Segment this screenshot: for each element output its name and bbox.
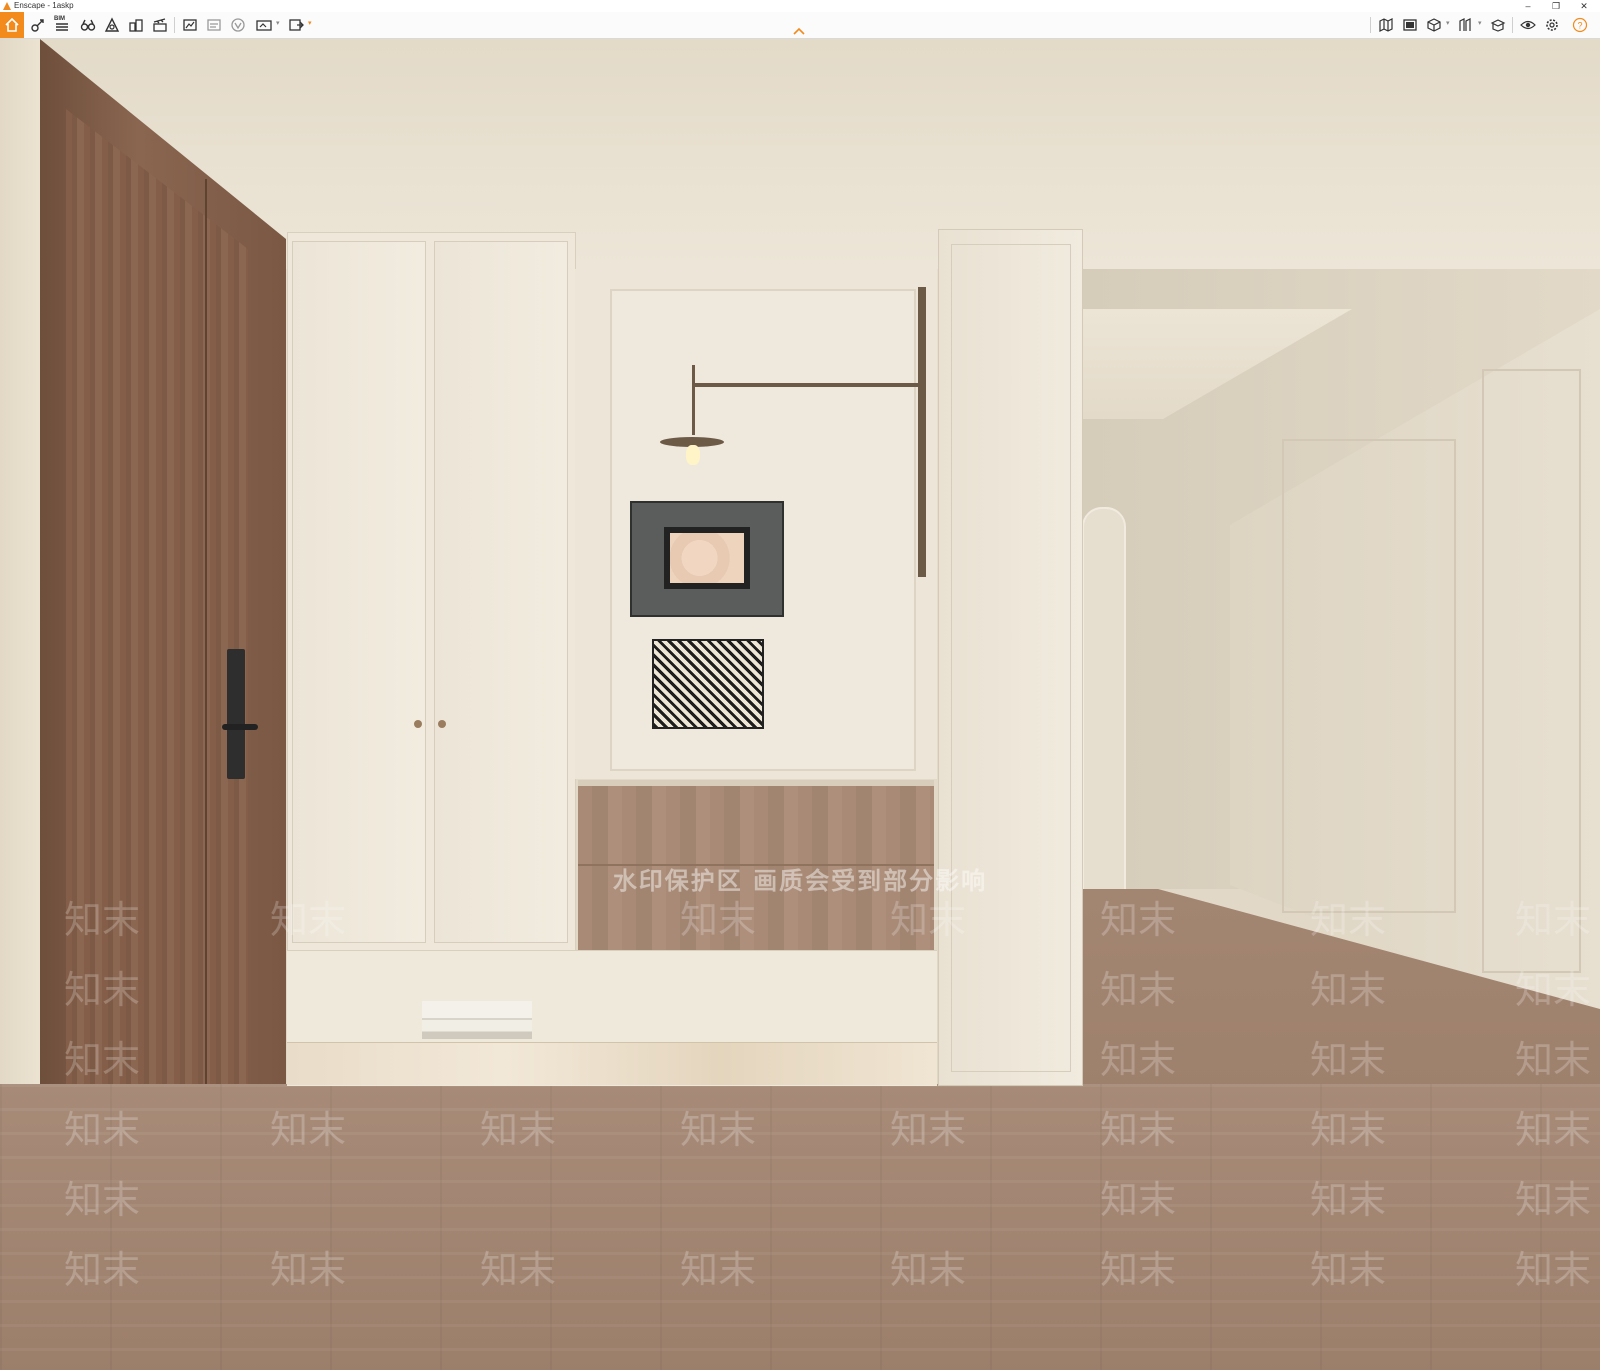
artwork-mat bbox=[664, 527, 750, 589]
atmosphere-button[interactable] bbox=[102, 16, 122, 34]
wall-lamp-drop bbox=[692, 365, 695, 435]
column-panel bbox=[951, 244, 1071, 1072]
chevron-up-icon bbox=[793, 27, 805, 35]
cabinet-knob bbox=[438, 720, 446, 728]
help-icon: ? bbox=[1572, 17, 1588, 33]
vr-button[interactable] bbox=[228, 16, 248, 34]
help-button[interactable]: ? bbox=[1570, 16, 1590, 34]
material-editor-button[interactable] bbox=[1456, 16, 1476, 34]
export-exe-button[interactable] bbox=[286, 16, 306, 34]
vr-icon bbox=[231, 18, 245, 32]
screenshot-icon bbox=[183, 19, 197, 31]
close-button[interactable]: ✕ bbox=[1572, 0, 1596, 12]
marble-base bbox=[287, 1042, 937, 1085]
artwork-image bbox=[670, 533, 744, 583]
wall-molding-panel bbox=[1282, 439, 1456, 913]
render-viewport[interactable]: 水印保护区 画质会受到部分影响 知末 知末 知末 知末 知末 知末 知末 知末 … bbox=[0, 39, 1600, 1370]
cabinet-door-left bbox=[292, 241, 426, 943]
cabinet-door-right bbox=[434, 241, 568, 943]
chevron-down-icon[interactable]: ▾ bbox=[1446, 19, 1450, 27]
door-seam bbox=[205, 179, 207, 1149]
wall-lamp-mount bbox=[918, 287, 926, 577]
binoculars-button[interactable] bbox=[78, 16, 98, 34]
settings-button[interactable] bbox=[1542, 16, 1562, 34]
toolbar-separator bbox=[1370, 17, 1371, 33]
window-title: Enscape - 1askp bbox=[14, 1, 74, 10]
wood-floor bbox=[0, 1084, 1600, 1370]
sync-views-button[interactable] bbox=[28, 16, 48, 34]
collaboration-icon bbox=[1490, 19, 1506, 32]
door-handle bbox=[222, 724, 258, 730]
chevron-down-icon[interactable]: ▾ bbox=[276, 19, 280, 27]
binoculars-icon bbox=[80, 19, 96, 31]
collapse-toolbar-button[interactable] bbox=[792, 26, 806, 36]
settings-icon bbox=[1546, 19, 1558, 31]
framed-artwork-lower bbox=[652, 639, 764, 729]
enscape-app-icon bbox=[3, 2, 11, 10]
panorama-360-button[interactable] bbox=[254, 16, 274, 34]
wall-lamp-arm bbox=[694, 383, 924, 387]
atmosphere-icon bbox=[104, 17, 120, 32]
wardrobe-cabinet bbox=[287, 232, 576, 952]
toolbar-separator bbox=[1512, 17, 1513, 33]
minimize-button[interactable]: – bbox=[1516, 0, 1540, 12]
home-button[interactable] bbox=[0, 12, 24, 38]
bim-label: BIM bbox=[54, 16, 65, 22]
panorama-360-icon bbox=[256, 20, 272, 31]
wall-molding-panel bbox=[1482, 369, 1581, 973]
material-editor-icon bbox=[1459, 18, 1471, 31]
export-exe-icon bbox=[289, 19, 304, 31]
cabinet-knob bbox=[414, 720, 422, 728]
chevron-down-icon[interactable]: ▾ bbox=[308, 19, 312, 27]
restore-button[interactable]: ❐ bbox=[1544, 0, 1568, 12]
views-button[interactable] bbox=[1518, 16, 1538, 34]
views-eye-icon bbox=[1520, 20, 1536, 30]
smart-lock bbox=[227, 649, 245, 779]
main-toolbar: BIM ▾ ▾ ▾ ▾ ? bbox=[0, 12, 1600, 39]
objects-icon bbox=[129, 19, 143, 32]
toolbar-separator bbox=[174, 17, 175, 33]
home-icon bbox=[5, 17, 19, 32]
map-button[interactable] bbox=[1376, 16, 1396, 34]
video-editor-button[interactable] bbox=[150, 16, 170, 34]
video-editor-icon bbox=[153, 18, 167, 32]
asset-library-button[interactable] bbox=[1424, 16, 1444, 34]
asset-library-icon bbox=[1427, 18, 1441, 32]
framed-artwork-upper bbox=[630, 501, 784, 617]
gallery-button[interactable] bbox=[1400, 16, 1420, 34]
objects-button[interactable] bbox=[126, 16, 146, 34]
batch-render-icon bbox=[207, 19, 221, 31]
sync-views-icon bbox=[31, 19, 44, 32]
book-stack bbox=[422, 1001, 532, 1039]
drawer-seam bbox=[578, 864, 934, 866]
svg-text:?: ? bbox=[1577, 21, 1582, 31]
screenshot-button[interactable] bbox=[180, 16, 200, 34]
collaboration-button[interactable] bbox=[1488, 16, 1508, 34]
entry-bench-drawers bbox=[578, 780, 934, 956]
map-icon bbox=[1379, 18, 1393, 32]
lamp-bulb bbox=[686, 445, 700, 465]
wall-column bbox=[938, 229, 1083, 1086]
entry-door bbox=[66, 109, 248, 1249]
gallery-icon bbox=[1403, 19, 1417, 31]
batch-render-button[interactable] bbox=[204, 16, 224, 34]
chevron-down-icon[interactable]: ▾ bbox=[1478, 19, 1482, 27]
arched-doorway bbox=[1082, 507, 1126, 891]
